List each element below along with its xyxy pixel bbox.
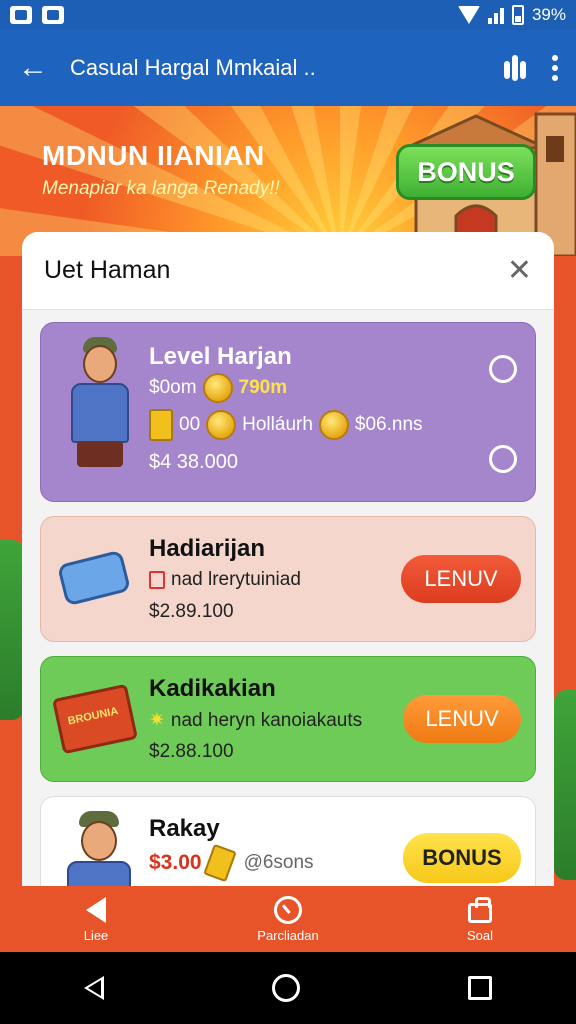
- gift-small-icon: [149, 571, 165, 589]
- magazine-illustration: [56, 549, 132, 607]
- nav-item-soal[interactable]: Soal: [410, 896, 550, 943]
- offer-card-hadiarijan[interactable]: Hadiarijan nad lrerytuiniad $2.89.100 LE…: [40, 516, 536, 642]
- book-label: BROUNIA: [66, 705, 120, 728]
- card-description: nad lrerytuiniad: [149, 569, 301, 591]
- modal-title: Uet Haman: [44, 256, 171, 284]
- reward-bonus: 790m: [238, 377, 288, 398]
- system-home-icon[interactable]: [272, 974, 300, 1002]
- wifi-icon: [457, 6, 480, 24]
- card-price-line: $3.00 @6sons: [149, 843, 314, 883]
- offer-card-level[interactable]: Level Harjan $0om 790m 00 Holláurh $06.n…: [40, 322, 536, 502]
- status-right: 39%: [457, 5, 566, 25]
- status-bar: 39%: [0, 0, 576, 30]
- reward-amount: $0om: [149, 377, 197, 398]
- hero-bonus-button[interactable]: BONUS: [396, 144, 536, 200]
- offer-card-rakay[interactable]: Rakay $3.00 @6sons BONUS: [40, 796, 536, 892]
- card-description: ✷ nad heryn kanoiakauts: [149, 709, 362, 732]
- detail-label: Holláurh: [242, 414, 313, 435]
- nav-item-parcliadan[interactable]: Parcliadan: [218, 895, 358, 943]
- decorative-barrel-left: [0, 540, 24, 720]
- gift-icon[interactable]: [504, 55, 526, 81]
- claim-button[interactable]: LENUV: [403, 695, 521, 743]
- card-detail-line: 00 Holláurh $06.nns: [149, 409, 423, 441]
- modal-header: Uet Haman ✕: [22, 232, 554, 310]
- ticket-icon: [149, 409, 173, 441]
- ticket-count: 00: [179, 414, 201, 435]
- card-price: $4 38.000: [149, 451, 238, 473]
- bonus-button[interactable]: BONUS: [403, 833, 521, 883]
- offer-card-kadikakian[interactable]: BROUNIA Kadikakian ✷ nad heryn kanoiakau…: [40, 656, 536, 782]
- hero-title: MDNUN IIANIAN: [42, 140, 265, 171]
- app-bar: ← Casual Hargal Mmkaial ..: [0, 30, 576, 106]
- coin-icon: [202, 373, 233, 403]
- nav-label: Soal: [466, 927, 494, 943]
- description-text: nad lrerytuiniad: [171, 569, 301, 590]
- more-options-icon[interactable]: [552, 55, 558, 81]
- bottom-navigation: Liee Parcliadan Soal: [0, 886, 576, 952]
- coin-icon: [206, 410, 237, 440]
- nav-label: Parcliadan: [257, 927, 319, 943]
- close-icon[interactable]: ✕: [507, 255, 532, 286]
- app-actions: [504, 55, 558, 81]
- app-notification-icon: [42, 6, 64, 24]
- offer-modal: Uet Haman ✕ Level Harjan $0om 790m 00 Ho…: [22, 232, 554, 892]
- description-text: nad heryn kanoiakauts: [170, 709, 363, 731]
- decorative-barrel-right: [554, 690, 576, 880]
- battery-icon: [511, 5, 524, 25]
- status-left: [10, 6, 64, 24]
- card-price: $3.00: [149, 851, 202, 874]
- card-title: Level Harjan: [149, 343, 292, 370]
- claim-button[interactable]: LENUV: [401, 555, 521, 603]
- clock-icon: [274, 895, 302, 924]
- card-price: $2.88.100: [149, 741, 234, 762]
- card-reward-line: $0om 790m: [149, 373, 287, 403]
- system-back-icon[interactable]: [84, 976, 104, 1000]
- system-recents-icon[interactable]: [468, 976, 492, 1000]
- character-illustration: [59, 337, 139, 487]
- radio-option-2[interactable]: [489, 445, 517, 473]
- nav-label: Liee: [83, 927, 109, 943]
- book-illustration: BROUNIA: [52, 683, 138, 755]
- hero-subtitle: Menapiar ka langa Renady!!: [42, 178, 280, 199]
- star-icon: ✷: [149, 710, 165, 731]
- character-illustration: [61, 811, 141, 892]
- nav-item-liee[interactable]: Liee: [26, 896, 166, 943]
- card-title: Kadikakian: [149, 675, 276, 702]
- signal-icon: [487, 6, 504, 24]
- ticket-icon: [202, 843, 237, 883]
- back-arrow-icon[interactable]: ←: [18, 53, 58, 83]
- card-title: Hadiarijan: [149, 535, 266, 562]
- shopping-bag-icon: [468, 896, 492, 924]
- app-title: Casual Hargal Mmkaial ..: [70, 55, 316, 80]
- coin-icon: [318, 410, 349, 440]
- battery-percent: 39%: [531, 5, 566, 24]
- card-title: Rakay: [149, 815, 220, 842]
- description-text: @6sons: [243, 852, 314, 873]
- play-back-icon: [86, 896, 106, 924]
- card-price: $2.89.100: [149, 601, 234, 622]
- radio-option-1[interactable]: [489, 355, 517, 383]
- system-navigation-bar: [0, 952, 576, 1024]
- detail-amount: $06.nns: [354, 414, 423, 435]
- message-notification-icon: [10, 6, 32, 24]
